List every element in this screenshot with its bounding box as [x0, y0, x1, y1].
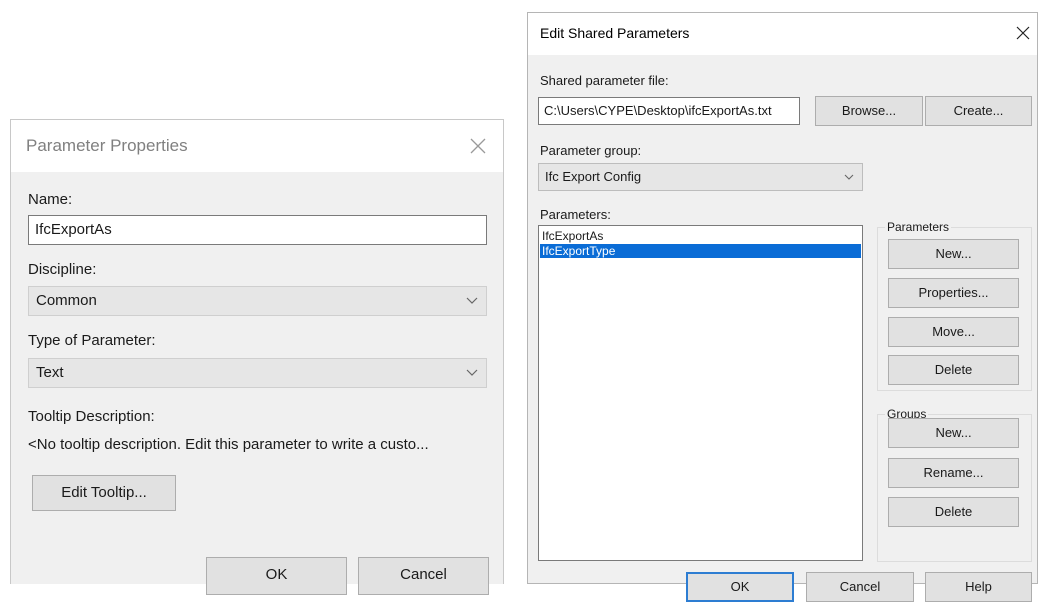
ok-button[interactable]: OK — [206, 557, 347, 595]
list-item-selected[interactable]: IfcExportType — [540, 244, 861, 258]
dialog-title: Parameter Properties — [26, 136, 188, 155]
dialog-title: Edit Shared Parameters — [540, 25, 690, 41]
rename-group-button[interactable]: Rename... — [888, 458, 1019, 488]
type-label: Type of Parameter: — [28, 332, 156, 349]
file-path-input[interactable]: C:\Users\CYPE\Desktop\ifcExportAs.txt — [538, 97, 800, 125]
tooltip-text: <No tooltip description. Edit this param… — [28, 436, 429, 453]
discipline-value: Common — [36, 292, 97, 309]
name-label: Name: — [28, 191, 73, 208]
browse-button[interactable]: Browse... — [815, 96, 923, 126]
close-button[interactable] — [462, 130, 494, 162]
cancel-button[interactable]: Cancel — [806, 572, 914, 602]
delete-parameter-button[interactable]: Delete — [888, 355, 1019, 385]
help-button[interactable]: Help — [925, 572, 1032, 602]
name-input[interactable]: IfcExportAs — [28, 215, 487, 245]
parameters-list[interactable]: IfcExportAs IfcExportType — [538, 225, 863, 561]
create-button[interactable]: Create... — [925, 96, 1032, 126]
discipline-label: Discipline: — [28, 261, 97, 278]
discipline-select[interactable]: Common — [28, 286, 487, 316]
parameters-groupbox-title: Parameters — [885, 220, 952, 234]
cancel-button[interactable]: Cancel — [358, 557, 489, 595]
ok-button[interactable]: OK — [686, 572, 794, 602]
parameter-group-value: Ifc Export Config — [545, 169, 642, 184]
list-item[interactable]: IfcExportAs — [540, 229, 861, 243]
parameter-group-select[interactable]: Ifc Export Config — [538, 163, 863, 191]
parameters-label: Parameters: — [540, 207, 611, 222]
chevron-down-icon — [466, 369, 478, 376]
close-icon — [470, 138, 486, 154]
file-label: Shared parameter file: — [540, 73, 669, 88]
delete-group-button[interactable]: Delete — [888, 497, 1019, 527]
close-button[interactable] — [1012, 22, 1034, 44]
new-parameter-button[interactable]: New... — [888, 239, 1019, 269]
parameter-properties-dialog: Parameter Properties Name: IfcExportAs D… — [10, 119, 504, 595]
tooltip-label: Tooltip Description: — [28, 408, 155, 425]
chevron-down-icon — [466, 297, 478, 304]
chevron-down-icon — [844, 174, 854, 180]
group-label: Parameter group: — [540, 143, 642, 158]
close-icon — [1016, 26, 1030, 40]
properties-button[interactable]: Properties... — [888, 278, 1019, 308]
edit-shared-parameters-dialog: Edit Shared Parameters Shared parameter … — [527, 12, 1038, 602]
edit-tooltip-button[interactable]: Edit Tooltip... — [32, 475, 176, 511]
type-value: Text — [36, 364, 64, 381]
move-button[interactable]: Move... — [888, 317, 1019, 347]
type-select[interactable]: Text — [28, 358, 487, 388]
new-group-button[interactable]: New... — [888, 418, 1019, 448]
